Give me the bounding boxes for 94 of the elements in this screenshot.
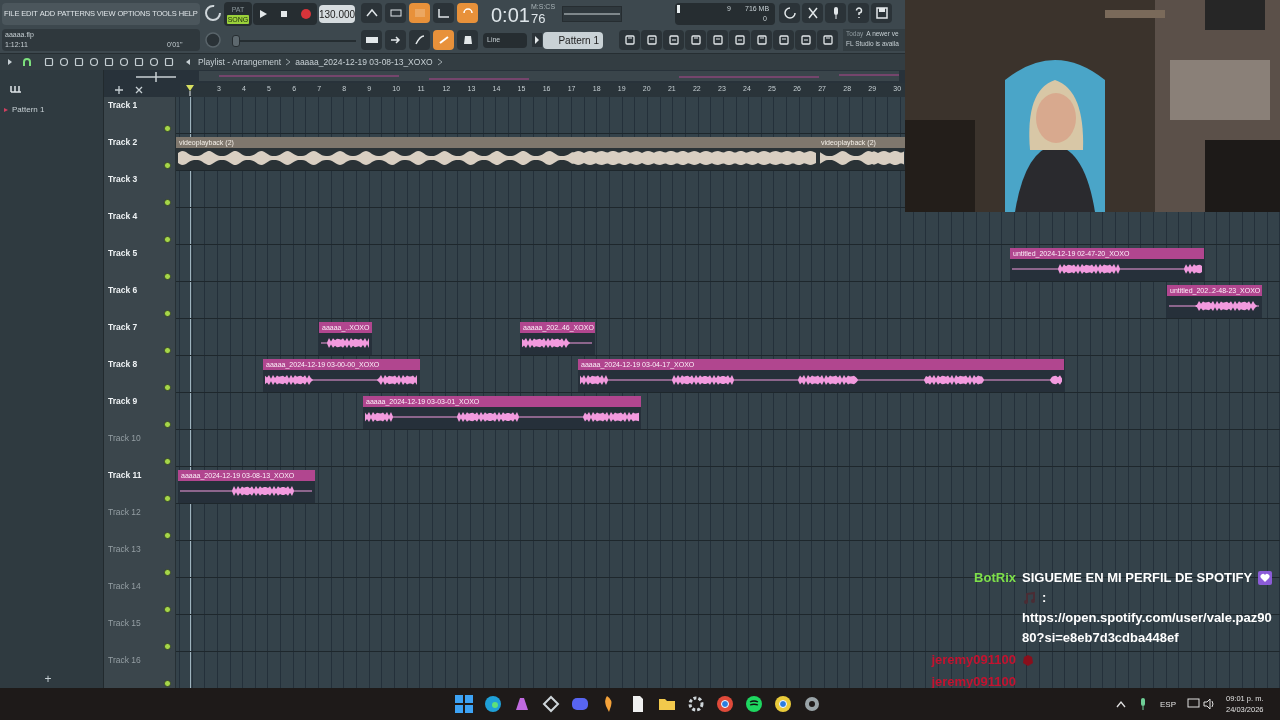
tempo-field[interactable]: 130.000: [319, 5, 355, 23]
arrow-right-icon[interactable]: [385, 30, 406, 50]
expand-arrow-icon[interactable]: [6, 58, 14, 66]
track-name[interactable]: Track 14: [108, 580, 141, 593]
stop-icon[interactable]: [279, 9, 289, 19]
gear-icon[interactable]: [686, 694, 706, 714]
track-enable-led[interactable]: [164, 125, 171, 132]
track-enable-led[interactable]: [164, 347, 171, 354]
heart-emote-icon: [1258, 571, 1273, 585]
chat-message: :: [1042, 589, 1047, 607]
track-name[interactable]: Track 10: [108, 432, 141, 445]
add-track-icon[interactable]: [114, 85, 124, 95]
track-name[interactable]: Track 13: [108, 543, 141, 556]
track-header[interactable]: Track 8: [104, 356, 176, 393]
previous-pattern-icon[interactable]: [532, 33, 542, 47]
chat-message: https://open.spotify.com/user/vale.paz9080?si=e8eb7d3cdba448ef: [1022, 609, 1273, 647]
track-enable-led[interactable]: [164, 606, 171, 613]
track-enable-led[interactable]: [164, 384, 171, 391]
master-volume-knob[interactable]: [204, 4, 222, 22]
track-name[interactable]: Track 7: [108, 321, 138, 334]
track-name[interactable]: Track 16: [108, 654, 141, 667]
track-name[interactable]: Track 3: [108, 173, 138, 186]
track-header[interactable]: Track 14: [104, 578, 176, 615]
track-header[interactable]: Track 15: [104, 615, 176, 652]
track-enable-led[interactable]: [164, 273, 171, 280]
track-enable-led[interactable]: [164, 569, 171, 576]
browser-item[interactable]: Pattern 1: [12, 104, 45, 116]
track-enable-led[interactable]: [164, 162, 171, 169]
track-name[interactable]: Track 5: [108, 247, 138, 260]
track-enable-led[interactable]: [164, 236, 171, 243]
track-name[interactable]: Track 8: [108, 358, 138, 371]
playhead-marker-icon[interactable]: [185, 84, 195, 96]
chat-username: jeremy091100: [930, 651, 1016, 669]
track-header[interactable]: Track 11: [104, 467, 176, 504]
track-header[interactable]: Track 5: [104, 245, 176, 282]
curve-icon[interactable]: [409, 30, 430, 50]
undo-icon[interactable]: [779, 3, 800, 23]
cpu-meter: [677, 5, 680, 13]
pattern-selector[interactable]: Pattern 1: [543, 32, 603, 49]
save-icon[interactable]: [871, 3, 892, 23]
track-enable-led[interactable]: [164, 199, 171, 206]
breadcrumb-item[interactable]: aaaaa_2024-12-19 03-08-13_XOXO: [295, 55, 433, 69]
add-button[interactable]: +: [42, 673, 54, 686]
master-pitch-slider[interactable]: [232, 34, 356, 48]
chat-username: BotRix: [973, 569, 1016, 587]
track-enable-led[interactable]: [164, 310, 171, 317]
track-enable-led[interactable]: [164, 458, 171, 465]
track-name[interactable]: Track 15: [108, 617, 141, 630]
gem-emote-icon: [1022, 653, 1034, 667]
track-enable-led[interactable]: [164, 643, 171, 650]
track-name[interactable]: Track 6: [108, 284, 138, 297]
track-name[interactable]: Track 2: [108, 136, 138, 149]
track-header[interactable]: Track 1: [104, 97, 176, 134]
track-header[interactable]: Track 13: [104, 541, 176, 578]
track-header[interactable]: Track 4: [104, 208, 176, 245]
track-header[interactable]: Track 3: [104, 171, 176, 208]
track-name[interactable]: Track 12: [108, 506, 141, 519]
track-header[interactable]: Track 16: [104, 652, 176, 688]
record-icon[interactable]: [299, 8, 312, 20]
track-header[interactable]: Track 6: [104, 282, 176, 319]
help-icon[interactable]: [848, 3, 869, 23]
pattern-arrow-icon: [3, 107, 9, 113]
chat-username: jeremy091100: [930, 673, 1016, 691]
volume-icon[interactable]: [1203, 698, 1215, 710]
track-name[interactable]: Track 11: [108, 469, 142, 482]
track-header[interactable]: Track 12: [104, 504, 176, 541]
close-icon[interactable]: [134, 85, 144, 95]
network-icon[interactable]: [1187, 698, 1201, 710]
track-header[interactable]: Track 7: [104, 319, 176, 356]
track-header[interactable]: Track 10: [104, 430, 176, 467]
microphone-icon[interactable]: [1138, 697, 1148, 711]
playlist-title: Playlist - Arrangement: [198, 55, 282, 69]
clock-centiseconds: 76: [530, 11, 546, 27]
track-enable-led[interactable]: [164, 495, 171, 502]
oscilloscope-display: [562, 6, 622, 22]
track-enable-led[interactable]: [164, 421, 171, 428]
microphone-icon[interactable]: [825, 3, 846, 23]
track-name[interactable]: Track 4: [108, 210, 138, 223]
track-header[interactable]: Track 9: [104, 393, 176, 430]
track-name[interactable]: Track 9: [108, 395, 138, 408]
track-enable-led[interactable]: [164, 680, 171, 687]
play-icon[interactable]: [258, 9, 269, 19]
channel-icon[interactable]: [9, 84, 23, 94]
track-enable-led[interactable]: [164, 532, 171, 539]
apps-icon[interactable]: [541, 694, 561, 714]
chevron-up-icon[interactable]: [1116, 700, 1126, 708]
chat-message: SIGUEME EN MI PERFIL DE SPOTIFY: [1022, 569, 1253, 587]
clock-time: 0:01: [491, 3, 530, 27]
language-indicator[interactable]: ESP: [1160, 699, 1176, 711]
magnet-icon[interactable]: [22, 57, 32, 67]
track-name[interactable]: Track 1: [108, 99, 138, 112]
start-icon[interactable]: [454, 694, 474, 714]
track-header[interactable]: Track 2: [104, 134, 176, 171]
music-note-emote-icon: [1022, 591, 1036, 605]
